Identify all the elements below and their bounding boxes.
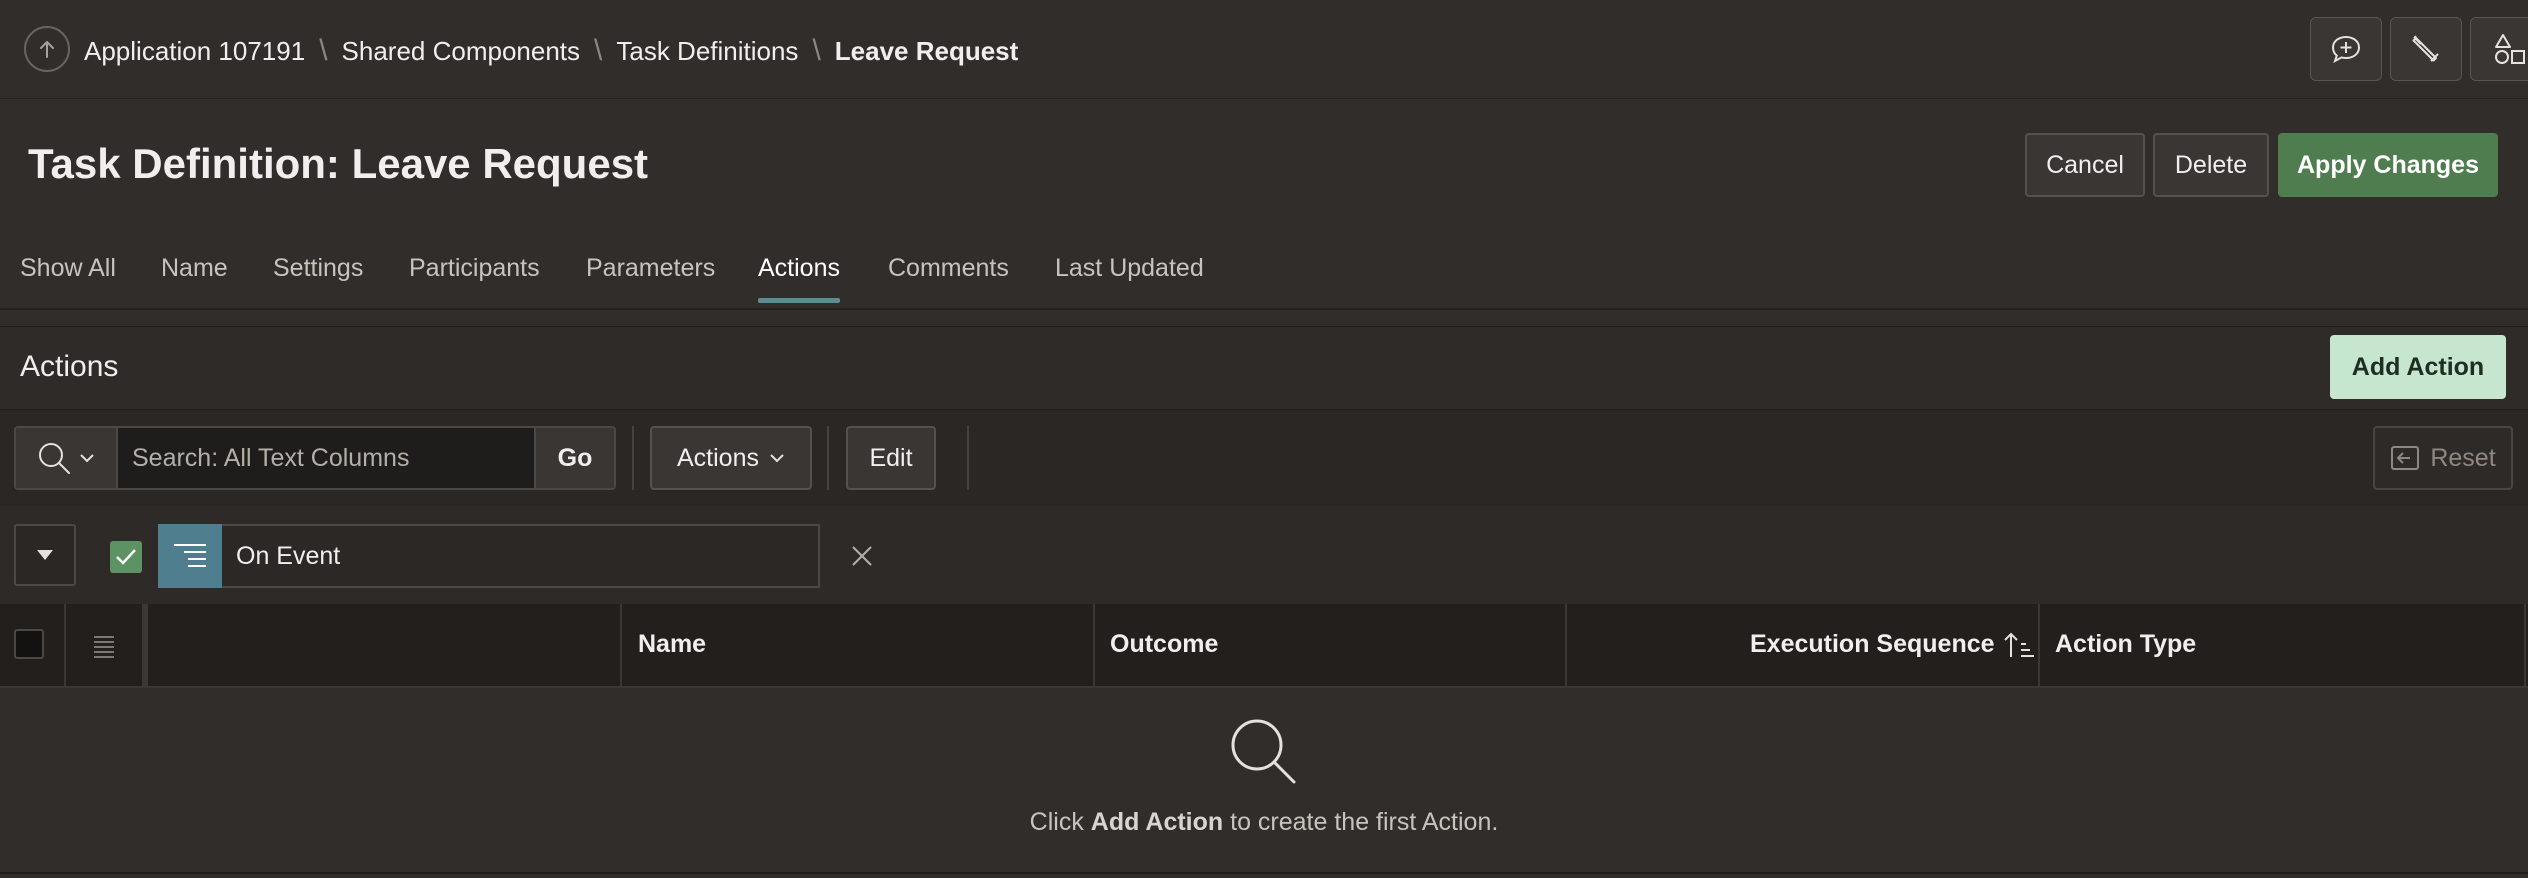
breadcrumb-application[interactable]: Application 107191: [84, 36, 305, 67]
search-column-selector[interactable]: [16, 428, 118, 488]
reset-button[interactable]: Reset: [2373, 426, 2513, 490]
filter-enabled-checkbox[interactable]: [110, 541, 142, 573]
edit-pencil-icon: [2410, 33, 2442, 65]
breadcrumb-current: Leave Request: [834, 35, 1019, 66]
add-action-button[interactable]: Add Action: [2330, 335, 2506, 399]
list-icon: [92, 634, 116, 658]
empty-state-add-action-emphasis: Add Action: [1090, 808, 1224, 836]
breadcrumb: Application 107191 \ Shared Components \…: [84, 30, 1018, 72]
close-icon: [850, 544, 874, 568]
actions-region-header: [0, 326, 2528, 410]
tab-last-updated[interactable]: Last Updated: [1055, 254, 1204, 283]
region-bottom-border: [0, 872, 2528, 874]
select-all-checkbox[interactable]: [14, 629, 44, 659]
delete-button[interactable]: Delete: [2153, 133, 2269, 197]
actions-menu-button[interactable]: Actions: [650, 426, 812, 490]
tab-settings[interactable]: Settings: [273, 254, 363, 283]
column-header-label: Execution Sequence: [1750, 630, 1995, 658]
toolbar-divider: [632, 426, 634, 490]
chevron-down-icon: [769, 453, 785, 463]
tab-parameters[interactable]: Parameters: [586, 254, 715, 283]
column-header-execution-sequence[interactable]: Execution Sequence: [1750, 630, 2037, 659]
edit-button[interactable]: Edit: [846, 426, 936, 490]
column-divider: [1093, 604, 1095, 686]
tab-name[interactable]: Name: [161, 254, 228, 283]
empty-state-prefix: Click: [1029, 808, 1091, 836]
empty-state-suffix: to create the first Action.: [1223, 808, 1499, 836]
feedback-icon: [2329, 33, 2363, 65]
section-tabs: Show All Name Settings Participants Para…: [0, 248, 2528, 310]
search-bar: Go: [14, 426, 616, 490]
column-divider: [2038, 604, 2040, 686]
breadcrumb-shared-components[interactable]: Shared Components: [342, 36, 580, 67]
empty-search-icon: [1228, 716, 1300, 788]
row-actions-column[interactable]: [92, 634, 116, 658]
control-break-icon: [172, 543, 208, 569]
column-divider: [1565, 604, 1567, 686]
page-title: Task Definition: Leave Request: [28, 140, 649, 187]
column-divider: [142, 604, 148, 686]
search-icon: [37, 441, 73, 475]
column-header-action-type[interactable]: Action Type: [2055, 630, 2196, 659]
feedback-button[interactable]: [2310, 17, 2382, 81]
breadcrumb-separator: \: [812, 34, 821, 67]
column-divider: [2524, 604, 2526, 686]
actions-menu-label: Actions: [677, 443, 759, 472]
navigate-up-button[interactable]: [24, 26, 70, 72]
active-tab-indicator: [758, 298, 840, 303]
arrow-up-icon: [36, 38, 58, 60]
column-divider: [64, 604, 66, 686]
filter-type-icon: [158, 524, 222, 588]
breadcrumb-separator: \: [594, 34, 603, 67]
cancel-button[interactable]: Cancel: [2025, 133, 2145, 197]
shared-components-icon: [2493, 32, 2527, 66]
breadcrumb-task-definitions[interactable]: Task Definitions: [616, 36, 798, 67]
go-button[interactable]: Go: [534, 428, 614, 488]
chevron-down-icon: [79, 453, 95, 463]
breadcrumb-separator: \: [319, 34, 328, 67]
search-input[interactable]: [118, 428, 534, 488]
region-title: Actions: [20, 350, 119, 383]
tab-show-all[interactable]: Show All: [20, 254, 116, 283]
column-header-name[interactable]: Name: [638, 630, 706, 659]
checkmark-icon: [115, 548, 137, 566]
edit-page-button[interactable]: [2390, 17, 2462, 81]
sort-ascending-icon: [2003, 631, 2037, 659]
toolbar-divider: [967, 426, 969, 490]
column-divider: [620, 604, 622, 686]
tab-participants[interactable]: Participants: [409, 254, 540, 283]
apply-changes-button[interactable]: Apply Changes: [2278, 133, 2498, 197]
column-header-outcome[interactable]: Outcome: [1110, 630, 1218, 659]
reset-label: Reset: [2430, 443, 2496, 472]
empty-state-message: Click Add Action to create the first Act…: [0, 808, 2528, 837]
caret-down-icon: [36, 549, 54, 561]
remove-filter-button[interactable]: [846, 540, 878, 572]
reset-icon: [2390, 444, 2420, 472]
shared-components-button[interactable]: [2470, 17, 2528, 81]
toolbar-divider: [827, 426, 829, 490]
collapse-filters-button[interactable]: [14, 524, 76, 586]
tab-comments[interactable]: Comments: [888, 254, 1009, 283]
tab-actions[interactable]: Actions: [758, 254, 840, 283]
filter-label[interactable]: On Event: [222, 524, 820, 588]
